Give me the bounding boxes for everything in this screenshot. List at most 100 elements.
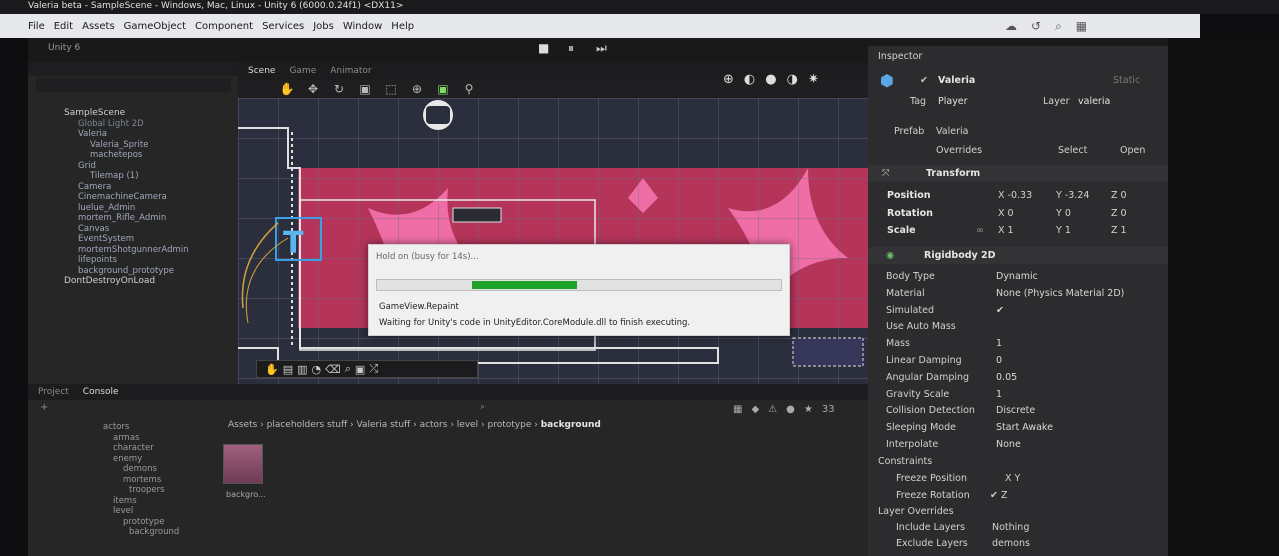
history-icon[interactable]: ↺ (1031, 19, 1041, 33)
tab-scene[interactable]: Scene (248, 66, 275, 76)
rigidbody-field-value[interactable]: None (996, 439, 1021, 450)
folder-item[interactable]: background (103, 527, 179, 538)
hierarchy-item[interactable]: luelue_Admin (64, 203, 189, 214)
asset-label[interactable]: backgro... (226, 490, 266, 499)
filter-error-icon[interactable]: ● (786, 404, 795, 415)
move-tool-icon[interactable]: ✥ (304, 80, 322, 98)
step-button[interactable]: ⏭ (596, 41, 607, 56)
hierarchy-item[interactable]: machetepos (64, 150, 189, 161)
breadcrumb-item[interactable]: level (457, 420, 478, 430)
hierarchy-item[interactable]: SampleScene (64, 108, 189, 119)
transform-header[interactable]: Transform (926, 168, 980, 179)
hierarchy-item[interactable]: mortem_Rifle_Admin (64, 213, 189, 224)
breadcrumb-current[interactable]: background (541, 420, 601, 430)
folder-item[interactable]: demons (103, 464, 179, 475)
scale-y[interactable]: Y 1 (1056, 225, 1071, 236)
folder-item[interactable]: actors (103, 422, 179, 433)
cloud-icon[interactable]: ☁ (1005, 19, 1017, 33)
hierarchy-item[interactable]: mortemShotgunnerAdmin (64, 245, 189, 256)
tag-dropdown[interactable]: Player (938, 96, 968, 107)
include-layers-dropdown[interactable]: Nothing (992, 522, 1029, 533)
fill-icon[interactable]: ▣ (355, 363, 365, 376)
hand-tool-icon[interactable]: ✋ (278, 80, 296, 98)
search-icon[interactable]: ⌕ (1055, 19, 1062, 34)
snap-tool-icon[interactable]: ⚲ (460, 80, 478, 98)
menu-gameobject[interactable]: GameObject (124, 21, 186, 32)
rotation-y[interactable]: Y 0 (1056, 208, 1071, 219)
hierarchy-item[interactable]: Tilemap (1) (64, 171, 189, 182)
transform-tool-icon[interactable]: ⊕ (408, 80, 426, 98)
scene-viewport[interactable]: T (238, 98, 868, 384)
folder-item[interactable]: troopers (103, 485, 179, 496)
folder-item[interactable]: character (103, 443, 179, 454)
menu-edit[interactable]: Edit (54, 21, 73, 32)
filter-type-icon[interactable]: ▦ (733, 404, 742, 415)
rigidbody-field-value[interactable]: 0 (996, 355, 1002, 366)
folder-item[interactable]: items (103, 496, 179, 507)
menu-services[interactable]: Services (262, 21, 304, 32)
rigidbody-field-value[interactable]: 1 (996, 389, 1002, 400)
rotation-x[interactable]: X 0 (998, 208, 1014, 219)
breadcrumb-item[interactable]: actors (420, 420, 448, 430)
hierarchy-item[interactable]: DontDestroyOnLoad (64, 276, 189, 287)
rect-tool-icon[interactable]: ⬚ (382, 80, 400, 98)
paint-icon[interactable]: ▤ (283, 363, 293, 376)
shuffle-icon[interactable]: ⤮ (369, 362, 378, 376)
hierarchy-item[interactable]: Canvas (64, 224, 189, 235)
hierarchy-item[interactable]: background_prototype (64, 266, 189, 277)
prefab-field[interactable]: Valeria (936, 126, 968, 137)
hierarchy-item[interactable]: Valeria_Sprite (64, 140, 189, 151)
hierarchy-item[interactable]: Valeria (64, 129, 189, 140)
active-checkbox[interactable]: ✔ (920, 75, 928, 86)
exclude-layers-dropdown[interactable]: demons (992, 538, 1030, 549)
play-button[interactable]: ■ (538, 41, 549, 55)
rotate-tool-icon[interactable]: ↻ (330, 80, 348, 98)
picker-icon[interactable]: ◔ (312, 363, 322, 376)
overrides-dropdown[interactable]: Overrides (936, 145, 982, 156)
rigidbody-field-value[interactable]: 0.05 (996, 372, 1017, 383)
rigidbody-field-value[interactable]: Dynamic (996, 271, 1038, 282)
scale-z[interactable]: Z 1 (1111, 225, 1127, 236)
hierarchy-item[interactable]: Global Light 2D (64, 119, 189, 130)
inspector-tab[interactable]: Inspector (878, 51, 922, 62)
lighting-icon[interactable]: ✷ (808, 72, 819, 87)
shading-icon[interactable]: ● (765, 72, 776, 87)
hierarchy-item[interactable]: Grid (64, 161, 189, 172)
folder-item[interactable]: armas (103, 433, 179, 444)
open-button[interactable]: Open (1120, 145, 1145, 156)
freeze-position-toggles[interactable]: X Y (1005, 473, 1020, 484)
pause-button[interactable]: ⏸ (568, 41, 574, 56)
menu-assets[interactable]: Assets (82, 21, 115, 32)
zoom-icon[interactable]: ⌕ (345, 362, 351, 376)
breadcrumb-item[interactable]: prototype (488, 420, 532, 430)
hierarchy-item[interactable]: EventSystem (64, 234, 189, 245)
static-toggle[interactable]: Static (1113, 75, 1140, 86)
constraints-foldout[interactable]: Constraints (878, 456, 932, 467)
hierarchy-item[interactable]: lifepoints (64, 255, 189, 266)
position-x[interactable]: X -0.33 (998, 190, 1032, 201)
project-search-icon[interactable]: ⌕ (480, 402, 485, 412)
tab-game[interactable]: Game (289, 66, 316, 76)
rigidbody-field-value[interactable]: Discrete (996, 405, 1035, 416)
hierarchy-item[interactable]: Camera (64, 182, 189, 193)
position-y[interactable]: Y -3.24 (1056, 190, 1089, 201)
rigidbody-field-value[interactable]: None (Physics Material 2D) (996, 288, 1124, 299)
filter-label-icon[interactable]: ◆ (751, 404, 759, 415)
custom-tool-icon[interactable]: ▣ (434, 80, 452, 98)
breadcrumb-item[interactable]: Assets (228, 420, 257, 430)
rigidbody-field-value[interactable]: 1 (996, 338, 1002, 349)
globe-icon[interactable]: ⊕ (723, 72, 734, 87)
rotation-z[interactable]: Z 0 (1111, 208, 1127, 219)
hierarchy-item[interactable]: CinemachineCamera (64, 192, 189, 203)
box-fill-icon[interactable]: ▥ (297, 363, 307, 376)
breadcrumb-item[interactable]: placeholders stuff (267, 420, 348, 430)
layer-dropdown[interactable]: valeria (1078, 96, 1110, 107)
account-dropdown[interactable]: Unity 6 (48, 43, 80, 53)
folder-item[interactable]: level (103, 506, 179, 517)
freeze-rotation-toggle[interactable]: ✔ Z (990, 490, 1008, 501)
2d-toggle-icon[interactable]: ◑ (787, 72, 798, 87)
asset-thumbnail[interactable] (223, 444, 263, 484)
link-icon[interactable]: ∞ (976, 225, 984, 236)
position-z[interactable]: Z 0 (1111, 190, 1127, 201)
menu-jobs[interactable]: Jobs (313, 21, 334, 32)
